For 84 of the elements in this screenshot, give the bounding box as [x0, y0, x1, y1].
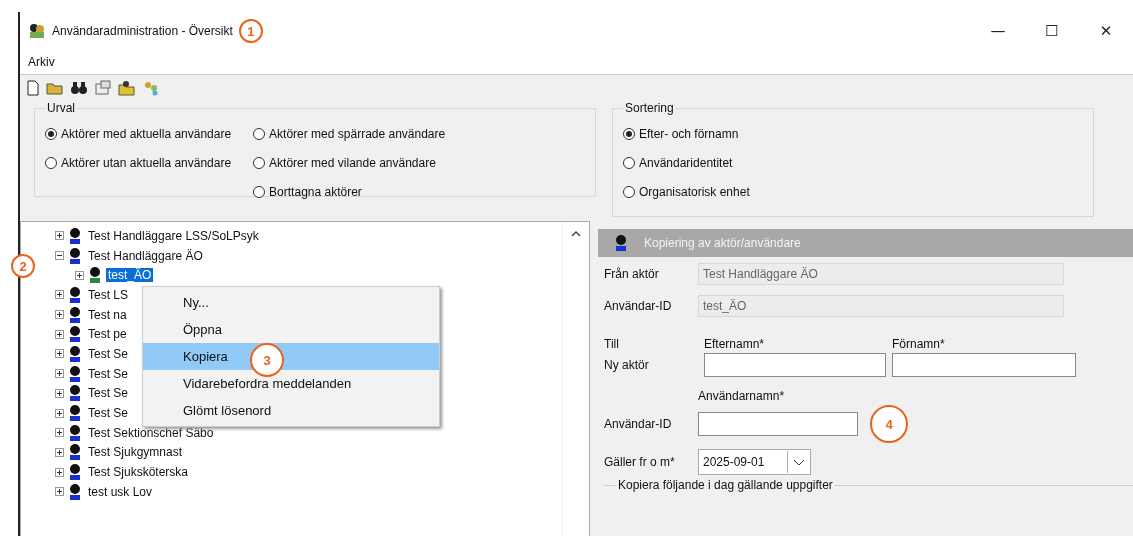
binoculars-icon[interactable] — [70, 80, 88, 96]
expand-icon[interactable] — [75, 270, 84, 280]
person-icon — [68, 285, 82, 304]
expand-icon[interactable] — [55, 231, 64, 241]
group-title: Sortering — [624, 101, 675, 115]
field-label: Ny aktör — [603, 358, 650, 372]
lastname-field[interactable] — [704, 353, 886, 377]
field-label: Användar-ID — [603, 299, 673, 313]
readonly-field: test_ÄO — [698, 295, 1064, 317]
tree-item[interactable]: Test Se — [86, 346, 131, 361]
person-icon — [68, 482, 82, 501]
tree-item[interactable]: Test pe — [86, 327, 129, 342]
person-icon — [68, 226, 82, 245]
expand-icon[interactable] — [55, 487, 64, 497]
tree-item[interactable]: Test Handläggare ÄO — [86, 248, 205, 263]
expand-icon[interactable] — [55, 290, 64, 300]
group-title: Urval — [46, 101, 76, 115]
properties-icon[interactable] — [94, 80, 112, 96]
radio-option[interactable]: Borttagna aktörer — [253, 177, 446, 206]
tree-item[interactable]: test_ÄO — [106, 268, 154, 283]
person-icon — [68, 364, 82, 383]
tree-item[interactable]: Test Sjuksköterska — [86, 465, 191, 480]
expand-icon[interactable] — [55, 428, 64, 438]
person-icon — [614, 234, 628, 252]
person-icon — [88, 266, 102, 285]
person-icon — [68, 384, 82, 403]
context-menu-item[interactable]: Öppna — [143, 316, 439, 343]
field-label: Gäller fr o m* — [603, 455, 676, 469]
collapse-icon[interactable] — [55, 251, 64, 261]
callout-number: 1 — [238, 19, 263, 43]
callout-number: 4 — [870, 405, 908, 443]
field-label: Användarnamn* — [698, 389, 786, 403]
person-icon — [68, 344, 82, 363]
person-icon — [68, 325, 82, 344]
group-title: Kopiera följande i dag gällande uppgifter — [616, 478, 835, 492]
panel-title: Kopiering av aktör/användare — [644, 236, 801, 250]
person-icon — [68, 463, 82, 482]
menu-item[interactable]: Arkiv — [26, 55, 57, 69]
field-label: Till — [603, 337, 620, 351]
radio-option[interactable]: Aktörer utan aktuella användare — [45, 148, 232, 177]
radio-option[interactable]: Aktörer med aktuella användare — [45, 119, 232, 148]
new-file-icon[interactable] — [26, 80, 40, 96]
field-label: Från aktör — [603, 267, 660, 281]
field-label: Användar-ID — [603, 417, 673, 431]
people-icon — [28, 23, 46, 39]
expand-icon[interactable] — [55, 310, 64, 320]
firstname-field[interactable] — [892, 353, 1076, 377]
expand-icon[interactable] — [55, 447, 64, 457]
tree-item[interactable]: Test Handläggare LSS/SoLPsyk — [86, 228, 261, 243]
date-picker[interactable]: 2025-09-01 — [698, 449, 811, 475]
field-label: Förnamn* — [892, 337, 946, 351]
tree-item[interactable]: Test Sjukgymnast — [86, 445, 185, 460]
person-icon — [68, 305, 82, 324]
tree-item[interactable]: Test Se — [86, 366, 131, 381]
folder-icon[interactable] — [46, 80, 64, 96]
expand-icon[interactable] — [55, 369, 64, 379]
field-label: Efternamn* — [704, 337, 766, 351]
context-menu-item[interactable]: Glömt lösenord — [143, 397, 439, 424]
tree-item[interactable]: Test LS — [86, 287, 131, 302]
radio-option[interactable]: Efter- och förnamn — [623, 119, 1083, 148]
radio-option[interactable]: Aktörer med vilande användare — [253, 148, 446, 177]
tree-item[interactable]: Test Se — [86, 406, 131, 421]
radio-option[interactable]: Aktörer med spärrade användare — [253, 119, 446, 148]
expand-icon[interactable] — [55, 388, 64, 398]
radio-option[interactable]: Användaridentitet — [623, 148, 1083, 177]
username-field[interactable] — [698, 412, 858, 436]
expand-icon[interactable] — [55, 467, 64, 477]
person-icon — [68, 246, 82, 265]
tree-item[interactable]: Test Se — [86, 386, 131, 401]
expand-icon[interactable] — [55, 349, 64, 359]
tree-item[interactable]: test usk Lov — [86, 484, 155, 499]
person-icon — [68, 423, 82, 442]
callout-number: 2 — [11, 254, 35, 278]
readonly-field: Test Handläggare ÄO — [698, 263, 1064, 285]
expand-icon[interactable] — [55, 329, 64, 339]
person-icon — [68, 404, 82, 423]
scroll-up-icon[interactable] — [571, 230, 581, 238]
tree-item[interactable]: Test Sektionschef Säbo — [86, 425, 216, 440]
radio-option[interactable]: Organisatorisk enhet — [623, 177, 1083, 206]
context-menu-item[interactable]: Ny... — [143, 289, 439, 316]
expand-icon[interactable] — [55, 408, 64, 418]
window-title: Användaradministration - Översikt — [52, 24, 233, 38]
person-icon — [68, 443, 82, 462]
tree-item[interactable]: Test na — [86, 307, 129, 322]
